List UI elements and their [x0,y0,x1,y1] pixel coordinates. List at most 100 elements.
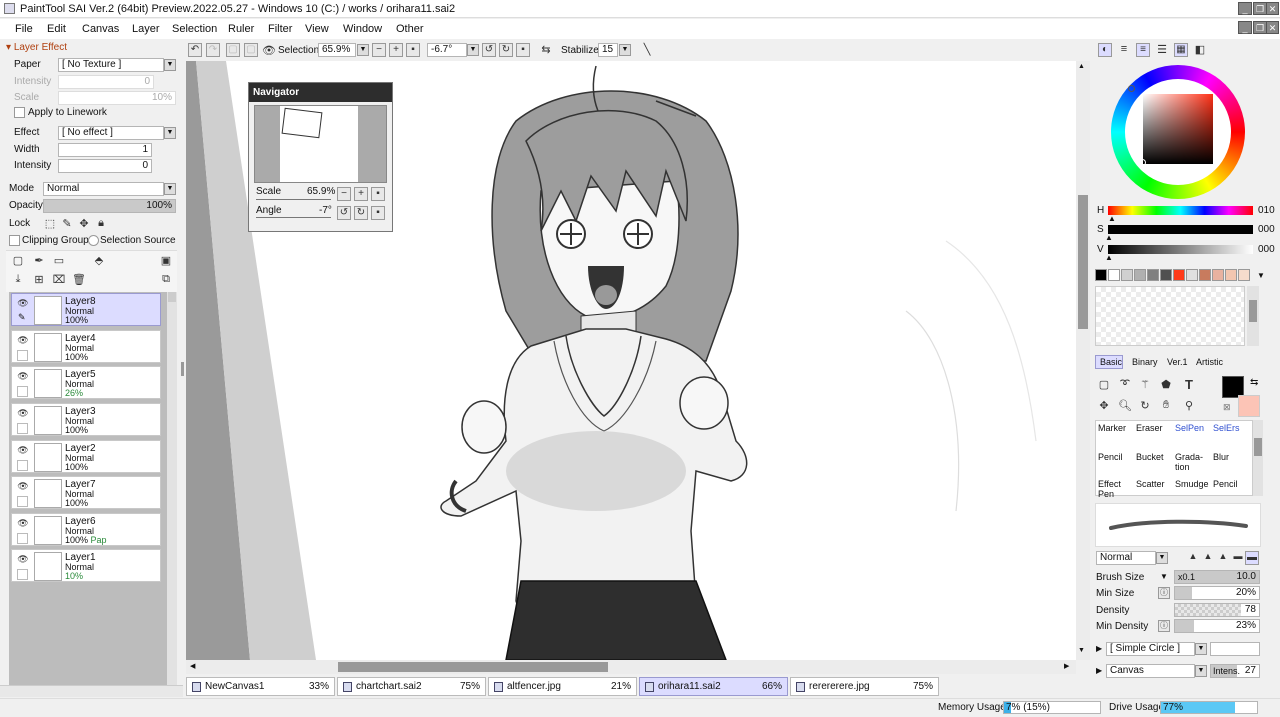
brush-pencil[interactable]: Pencil [1098,452,1123,462]
layer-select-checkbox[interactable] [17,386,28,397]
background-color[interactable] [1238,395,1260,417]
canvas-vscroll-thumb[interactable] [1078,195,1088,329]
doc-tab[interactable]: chartchart.sai2 75% [337,677,486,696]
layer-select-checkbox[interactable] [17,533,28,544]
doc-tab[interactable]: altfencer.jpg 21% [488,677,637,696]
navigator-viewport[interactable] [281,107,323,139]
lock-all-icon[interactable]: 🔒︎ [94,217,108,230]
brush-smudge[interactable]: Smudge [1175,479,1209,489]
density-slider[interactable]: 78 [1174,603,1260,617]
brush-texture-expand-icon[interactable]: ▶ [1096,666,1102,675]
value-slider[interactable] [1108,245,1253,254]
eye-icon[interactable]: 👁︎ [15,334,31,346]
layer-row[interactable]: 👁︎ Layer6 Normal 100% Pap [11,513,161,546]
color-wheel-tab-icon[interactable]: ◐ [1098,43,1112,57]
menu-selection[interactable]: Selection [172,23,217,35]
move-icon[interactable]: ✥ [1097,399,1111,412]
lock-transparency-icon[interactable]: ⬚ [43,217,57,230]
scratchpad-scroll-thumb[interactable] [1249,300,1257,322]
saturation-slider[interactable] [1108,225,1253,234]
canvas-hscrollbar[interactable]: ◀ ▶ [186,660,1076,674]
minimize-button[interactable]: _ [1238,2,1252,15]
zoom-field[interactable]: 65.9% [318,43,356,57]
eye-icon[interactable]: 👁︎ [15,480,31,492]
layer-row[interactable]: 👁︎ Layer4 Normal 100% [11,330,161,363]
scratchpad-tab-icon[interactable]: ◧ [1193,43,1207,56]
menu-other[interactable]: Other [396,23,424,35]
layer-row[interactable]: 👁︎ Layer3 Normal 100% [11,403,161,436]
straight-line-icon[interactable]: ╲ [640,43,654,56]
layer-row[interactable]: 👁︎ Layer5 Normal 26% [11,366,161,399]
color-swatch[interactable] [1173,269,1185,281]
merge-down-icon[interactable]: ⊞ [32,273,46,286]
layer-row[interactable]: 👁︎ ✎ Layer8 Normal 100% [11,293,161,326]
nav-zoom-reset-icon[interactable]: ▪ [371,187,385,201]
brush-bucket[interactable]: Bucket [1136,452,1164,462]
menu-view[interactable]: View [305,23,329,35]
brush-size-dropdown-icon[interactable]: ▼ [1160,572,1168,581]
layer-select-checkbox[interactable] [17,569,28,580]
swatch-tab-icon[interactable]: ▦ [1174,43,1188,57]
saturation-slider-marker[interactable]: ▲ [1105,233,1113,242]
brush-selpen[interactable]: SelPen [1175,423,1204,433]
min-density-pressure-icon[interactable]: ⓘ [1158,620,1170,632]
close-button[interactable]: ✕ [1266,2,1279,15]
menu-file[interactable]: File [15,23,33,35]
color-swatch[interactable] [1212,269,1224,281]
nav-rotate-reset-icon[interactable]: ▪ [371,206,385,220]
doc-tab[interactable]: NewCanvas1 33% [186,677,335,696]
effect-dropdown-icon[interactable]: ▼ [164,127,176,139]
intensity-slider[interactable]: 0 [58,75,154,89]
brush-selers[interactable]: SelErs [1213,423,1240,433]
brush-pencil-2[interactable]: Pencil [1213,479,1238,489]
rotate-reset-icon[interactable]: ▪ [516,43,530,57]
brush-tip-1-icon[interactable]: ▲ [1186,551,1200,561]
scale-slider[interactable]: 10% [58,91,176,105]
eyedropper-icon[interactable]: ⚲ [1182,399,1196,412]
canvas-vscrollbar[interactable]: ▲ ▼ [1076,61,1090,660]
doc-minimize-button[interactable]: _ [1238,21,1252,34]
min-size-slider[interactable]: 20% [1174,586,1260,600]
min-size-pressure-icon[interactable]: ⓘ [1158,587,1170,599]
menu-ruler[interactable]: Ruler [228,23,254,35]
brush-gradation[interactable]: Grada-tion [1175,452,1203,472]
new-layer-icon[interactable]: ▢ [11,254,25,267]
layer-effect-header[interactable]: ▾ Layer Effect [6,42,67,53]
doc-tab[interactable]: orihara11.sai2 66% [639,677,788,696]
zoom-out-icon[interactable]: − [372,43,386,57]
new-linework-layer-icon[interactable]: ✒ [32,254,46,267]
layer-menu-icon[interactable]: ▣ [159,254,173,267]
apply-linework-checkbox[interactable] [14,107,25,118]
layer-select-checkbox[interactable] [17,423,28,434]
new-folder-icon[interactable]: ▭ [52,254,66,267]
tab-binary[interactable]: Binary [1132,357,1158,367]
hand-icon[interactable]: ✋︎ [1159,399,1173,412]
scroll-down-icon[interactable]: ▼ [1078,647,1085,654]
stabilizer-field[interactable]: 15 [598,43,618,57]
blend-mode-dropdown-icon[interactable]: ▼ [1156,552,1168,564]
brush-shape-strength[interactable] [1210,642,1260,656]
delete-layer-icon[interactable]: 🗑︎ [72,273,86,286]
blend-mode-select[interactable]: Normal [1096,551,1156,565]
menu-filter[interactable]: Filter [268,23,292,35]
stabilizer-dropdown-icon[interactable]: ▼ [619,44,631,56]
doc-close-button[interactable]: ✕ [1266,21,1279,34]
eye-icon[interactable]: 👁︎ [15,297,31,309]
tab-basic[interactable]: Basic [1095,355,1123,369]
layer-row[interactable]: 👁︎ Layer1 Normal 10% [11,549,161,582]
layer-select-checkbox[interactable] [17,496,28,507]
doc-tab[interactable]: rerererere.jpg 75% [790,677,939,696]
brush-effect-pen[interactable]: Effect Pen [1098,479,1128,499]
deselect-icon[interactable]: ▢ [226,43,240,57]
color-swatch[interactable] [1095,269,1107,281]
swatch-dropdown-icon[interactable]: ▼ [1257,271,1265,280]
brush-texture-dropdown-icon[interactable]: ▼ [1195,665,1207,677]
layer-select-checkbox[interactable] [17,350,28,361]
redo-icon[interactable]: ↷ [206,43,220,57]
layer-select-checkbox[interactable] [17,460,28,471]
hue-slider[interactable] [1108,206,1253,215]
angle-field[interactable]: -6.7° [427,43,467,57]
sv-square[interactable] [1143,94,1213,164]
lasso-icon[interactable]: ➰︎ [1118,378,1132,391]
color-mixer-tab-icon[interactable]: ☰ [1155,43,1169,56]
